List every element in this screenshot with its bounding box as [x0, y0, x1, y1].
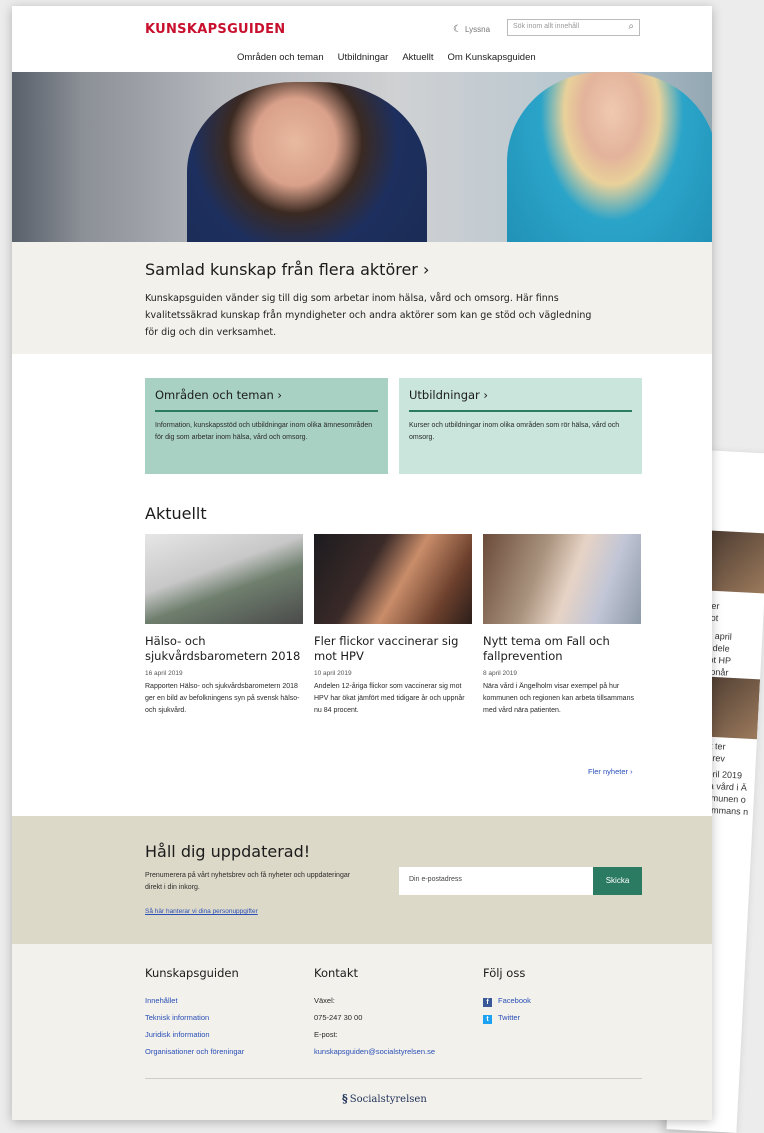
socialstyrelsen-label: Socialstyrelsen: [349, 1094, 427, 1105]
footer-col-title: Följ oss: [483, 966, 526, 980]
hero-person-right: [507, 72, 712, 242]
search-input[interactable]: Sök inom allt innehåll ⌕: [507, 19, 640, 36]
send-button[interactable]: Skicka: [593, 867, 642, 895]
nav-utbildningar[interactable]: Utbildningar: [338, 52, 389, 63]
news-image[interactable]: [483, 534, 641, 624]
footer-link-innehallet[interactable]: Innehållet: [145, 992, 244, 1009]
socialstyrelsen-logo[interactable]: § Socialstyrelsen: [342, 1092, 427, 1105]
search-icon[interactable]: ⌕: [628, 21, 634, 32]
hero-person-left: [187, 82, 427, 242]
more-news-link[interactable]: Fler nyheter ›: [588, 767, 633, 776]
footer-col-kunskapsguiden: Kunskapsguiden Innehållet Teknisk inform…: [145, 966, 244, 1060]
news-text: Rapporten Hälso- och sjukvårdsbarometern…: [145, 683, 300, 714]
facebook-link[interactable]: f Facebook: [483, 992, 531, 1009]
intro-title[interactable]: Samlad kunskap från flera aktörer ›: [145, 260, 429, 279]
aktuellt-heading: Aktuellt: [145, 504, 207, 523]
news-date: 16 april 2019: [145, 670, 183, 677]
website-page: KUNSKAPSGUIDEN ☾ Lyssna Sök inom allt inn…: [12, 6, 712, 1120]
facebook-label: Facebook: [498, 996, 531, 1005]
vaxel-label: Växel:: [314, 996, 335, 1005]
news-image[interactable]: [145, 534, 303, 624]
main-nav: Områden och teman Utbildningar Aktuellt …: [237, 52, 536, 63]
hero-image: [12, 72, 712, 242]
news-date: 10 april 2019: [314, 670, 352, 677]
card-text: Information, kunskapsstöd och utbildning…: [155, 422, 373, 441]
email-placeholder: Din e-postadress: [409, 876, 462, 883]
twitter-label: Twitter: [498, 1013, 521, 1022]
footer-col-title: Kontakt: [314, 966, 359, 980]
news-date: 8 april 2019: [483, 670, 517, 677]
nav-omraden[interactable]: Områden och teman: [237, 52, 324, 63]
news-item[interactable]: Fler flickor vaccinerar sig mot HPV 10 a…: [314, 534, 472, 717]
side-page-image: [704, 530, 764, 594]
news-text: Andelen 12-åriga flickor som vaccinerar …: [314, 683, 465, 714]
ear-icon: ☾: [453, 24, 462, 35]
privacy-link[interactable]: Så här hanterar vi dina personuppgifter: [145, 908, 258, 915]
facebook-icon: f: [483, 998, 492, 1007]
footer-col-title: Kunskapsguiden: [145, 966, 239, 980]
news-item[interactable]: Hälso- och sjukvårdsbarometern 2018 16 a…: [145, 534, 303, 717]
news-item[interactable]: Nytt tema om Fall och fallprevention 8 a…: [483, 534, 641, 717]
email-label: E-post:: [314, 1030, 338, 1039]
newsletter-title: Håll dig uppdaterad!: [145, 842, 311, 861]
footer-link-organisationer[interactable]: Organisationer och föreningar: [145, 1043, 244, 1060]
twitter-link[interactable]: t Twitter: [483, 1009, 531, 1026]
listen-label: Lyssna: [464, 25, 491, 34]
site-logo[interactable]: KUNSKAPSGUIDEN: [145, 22, 285, 37]
header: KUNSKAPSGUIDEN ☾ Lyssna Sök inom allt inn…: [12, 6, 712, 72]
card-divider: [409, 410, 632, 412]
news-text: Nära vård i Ängelholm visar exempel på h…: [483, 683, 634, 714]
footer-divider: [145, 1078, 642, 1079]
news-title[interactable]: Nytt tema om Fall och fallprevention: [483, 634, 641, 664]
intro-section: Samlad kunskap från flera aktörer › Kuns…: [12, 242, 712, 354]
card-text: Kurser och utbildningar inom olika områd…: [409, 422, 620, 441]
news-title[interactable]: Fler flickor vaccinerar sig mot HPV: [314, 634, 472, 664]
newsletter-section: Håll dig uppdaterad! Prenumerera på vårt…: [12, 816, 712, 944]
nav-om[interactable]: Om Kunskapsguiden: [447, 52, 535, 63]
intro-text: Kunskapsguiden vänder sig till dig som a…: [145, 293, 592, 338]
footer-link-juridisk[interactable]: Juridisk information: [145, 1026, 244, 1043]
news-title[interactable]: Hälso- och sjukvårdsbarometern 2018: [145, 634, 303, 664]
footer-col-folj-oss: Följ oss f Facebook t Twitter: [483, 966, 531, 1026]
phone-number: 075-247 30 00: [314, 1013, 363, 1022]
card-utbildningar[interactable]: Utbildningar › Kurser och utbildningar i…: [399, 378, 642, 474]
nav-aktuellt[interactable]: Aktuellt: [402, 52, 433, 63]
twitter-icon: t: [483, 1015, 492, 1024]
email-input[interactable]: Din e-postadress: [399, 867, 593, 895]
email-link[interactable]: kunskapsguiden@socialstyrelsen.se: [314, 1043, 435, 1060]
newsletter-text: Prenumerera på vårt nyhetsbrev och få ny…: [145, 872, 351, 891]
footer-col-kontakt: Kontakt Växel: 075-247 30 00 E-post: kun…: [314, 966, 435, 1060]
card-title: Utbildningar ›: [409, 388, 489, 402]
socialstyrelsen-mark-icon: §: [342, 1092, 348, 1105]
search-placeholder: Sök inom allt innehåll: [513, 23, 580, 30]
card-omraden[interactable]: Områden och teman › Information, kunskap…: [145, 378, 388, 474]
card-divider: [155, 410, 378, 412]
listen-button[interactable]: ☾ Lyssna: [453, 24, 490, 35]
footer: Kunskapsguiden Innehållet Teknisk inform…: [12, 944, 712, 1120]
footer-link-teknisk[interactable]: Teknisk information: [145, 1009, 244, 1026]
card-title: Områden och teman ›: [155, 388, 283, 402]
news-image[interactable]: [314, 534, 472, 624]
